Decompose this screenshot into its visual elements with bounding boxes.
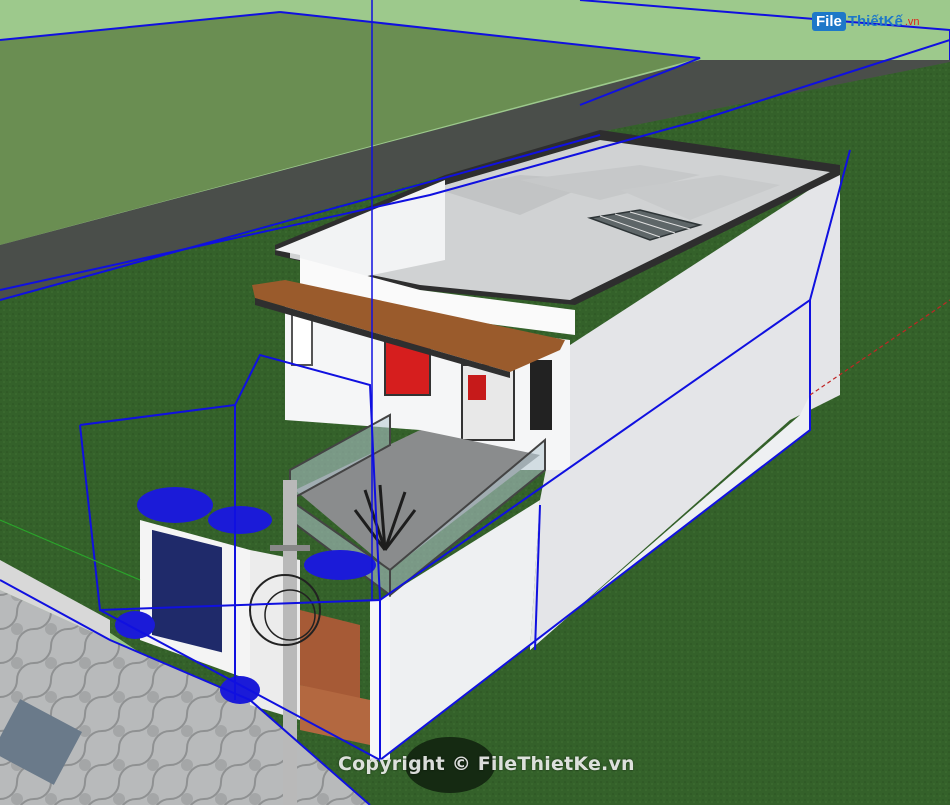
- garage-door: [300, 610, 360, 700]
- house-3d-model[interactable]: [0, 0, 950, 805]
- upper-window-left: [291, 314, 313, 366]
- logo-domain: .vn: [904, 15, 920, 28]
- copyright-watermark: Copyright © FileThietKe.vn: [338, 753, 635, 775]
- dark-vent: [530, 360, 552, 430]
- site-logo: File ThiếtKế .vn: [812, 12, 920, 31]
- logo-text: ThiếtKế: [847, 13, 903, 30]
- logo-file-badge: File: [812, 12, 846, 31]
- door-red-panel: [468, 375, 486, 400]
- front-gate: [152, 529, 222, 653]
- sketchup-viewport[interactable]: File ThiếtKế .vn Copyright © FileThietKe…: [0, 0, 950, 805]
- utility-pole: [283, 480, 297, 805]
